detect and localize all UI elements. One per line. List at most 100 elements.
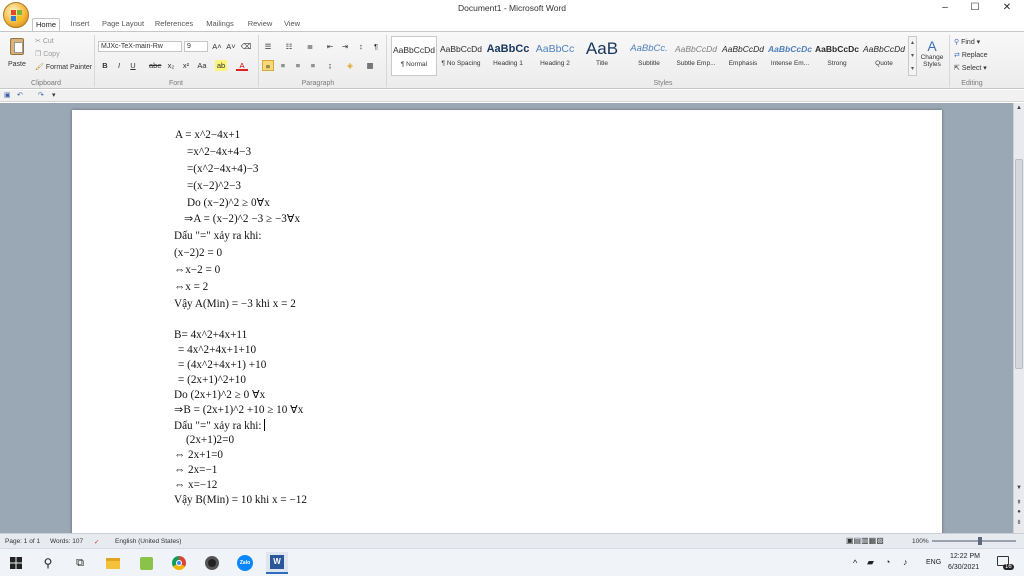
zoom-slider[interactable] [932,537,1016,545]
clock-date[interactable]: 6/30/2021 [948,564,979,571]
copy-button[interactable]: ❐ Copy [35,50,60,58]
style-subtitle[interactable]: AaBbCc. Subtitle [626,36,672,76]
change-case-button[interactable]: Aa [196,60,208,71]
search-icon[interactable]: ⚲ [37,552,59,574]
scroll-down-icon[interactable]: ▼ [1015,485,1023,491]
doc-line: (2x+1)2=0 [186,434,235,446]
style-intense-emphasis[interactable]: AaBbCcDc Intense Em... [767,36,813,76]
task-view-icon[interactable]: ⧉ [69,552,91,574]
multilevel-list-icon[interactable]: ≣ [304,41,316,52]
highlight-icon[interactable]: ab [215,60,227,71]
bold-button[interactable]: B [99,60,111,71]
vertical-scrollbar[interactable]: ▲ ▼ ⇞ ● ⇟ [1013,103,1024,533]
shading-icon[interactable]: ◈ [344,60,356,71]
style-subtle-emphasis[interactable]: AaBbCcDd Subtle Emp... [673,36,719,76]
scroll-thumb[interactable] [1015,159,1023,369]
grow-font-button[interactable]: A˄ [211,41,223,52]
document-page[interactable]: A = x^2−4x+1 =x^2−4x+4−3 =(x^2−4x+4)−3 =… [72,110,942,540]
styles-scroll[interactable]: ▴ ▾ ▾ [908,36,917,76]
doc-line: =(x^2−4x+4)−3 [187,163,259,175]
line-spacing-icon[interactable]: ↨ [324,60,336,71]
spelling-icon[interactable]: ✓ [94,538,99,546]
show-marks-button[interactable]: ¶ [370,41,382,52]
format-painter-button[interactable]: 🖌 Format Painter [35,63,92,71]
style-emphasis[interactable]: AaBbCcDd Emphasis [720,36,766,76]
office-button[interactable] [3,2,29,28]
maximize-button[interactable]: ☐ [960,0,990,17]
zoom-level[interactable]: 100% [912,538,929,545]
tab-references[interactable]: References [153,18,195,31]
justify-icon[interactable]: ≡ [307,60,319,71]
find-button[interactable]: ⚲ Find ▾ [954,38,980,46]
close-button[interactable]: ✕ [992,0,1022,17]
select-button[interactable]: ⇱ Select ▾ [954,64,987,72]
tab-page-layout[interactable]: Page Layout [100,18,146,31]
align-center-icon[interactable]: ≡ [277,60,289,71]
style-heading-2[interactable]: AaBbCc Heading 2 [532,36,578,76]
view-buttons-icon[interactable]: ▣▤▥▦▧ [846,536,884,545]
tab-home[interactable]: Home [32,18,60,31]
strikethrough-button[interactable]: abe [149,60,162,71]
superscript-button[interactable]: x² [180,60,192,71]
underline-button[interactable]: U [127,60,139,71]
tab-mailings[interactable]: Mailings [202,18,238,31]
tab-view[interactable]: View [280,18,304,31]
subscript-button[interactable]: x₂ [165,60,177,71]
font-size-field[interactable]: 9 [184,41,208,52]
customize-qat-icon[interactable]: ▾ [52,91,56,99]
zoom-slider-thumb[interactable] [978,537,982,545]
obs-icon[interactable] [201,552,223,574]
style-quote[interactable]: AaBbCcDd Quote [861,36,907,76]
tab-review[interactable]: Review [245,18,275,31]
bullets-icon[interactable]: ☰ [262,41,274,52]
minimize-button[interactable]: – [930,0,960,17]
file-explorer-icon[interactable] [102,552,124,574]
wifi-icon[interactable]: ◔ [885,557,890,567]
next-page-icon[interactable]: ⇟ [1015,519,1023,526]
language-indicator[interactable]: English (United States) [115,538,181,545]
scroll-up-icon[interactable]: ▲ [1015,105,1023,111]
chrome-icon[interactable] [168,552,190,574]
font-color-icon[interactable]: A [236,60,248,71]
replace-button[interactable]: ⇄ Replace [954,51,988,59]
zalo-icon[interactable]: Zalo [234,552,256,574]
network-icon[interactable]: ▰ [867,557,874,568]
undo-icon[interactable]: ↶ [17,91,23,99]
style-normal[interactable]: AaBbCcDd ¶ Normal [391,36,437,76]
change-styles-button[interactable]: A Change Styles [919,38,945,78]
decrease-indent-icon[interactable]: ⇤ [324,41,336,52]
app-icon[interactable] [135,552,157,574]
clear-format-icon[interactable]: ⌫ [240,41,252,52]
clock-time[interactable]: 12:22 PM [950,553,980,560]
save-icon[interactable]: ▣ [4,91,11,99]
previous-page-icon[interactable]: ⇞ [1015,499,1023,506]
style-title[interactable]: AaB Title [579,36,625,76]
volume-icon[interactable]: ♪ [903,557,908,567]
windows-start-icon[interactable] [5,552,27,574]
align-right-icon[interactable]: ≡ [292,60,304,71]
cut-button[interactable]: ✂ Cut [35,37,54,45]
italic-button[interactable]: I [113,60,125,71]
doc-line: ⇒B = (2x+1)^2 +10 ≥ 10 ∀x [174,404,304,416]
word-count[interactable]: Words: 107 [50,538,83,545]
style-strong[interactable]: AaBbCcDc Strong [814,36,860,76]
numbering-icon[interactable]: ☷ [283,41,295,52]
browse-object-icon[interactable]: ● [1015,509,1023,515]
show-hidden-icons[interactable]: ^ [853,558,857,568]
page-count[interactable]: Page: 1 of 1 [5,538,40,545]
style-no-spacing[interactable]: AaBbCcDd ¶ No Spacing [438,36,484,76]
shrink-font-button[interactable]: A˅ [225,41,237,52]
borders-icon[interactable]: ▦ [364,60,376,71]
sort-icon[interactable]: ↕ [355,41,367,52]
increase-indent-icon[interactable]: ⇥ [339,41,351,52]
paste-button[interactable]: Paste [6,36,28,72]
tab-insert[interactable]: Insert [66,18,94,31]
redo-icon[interactable]: ↷ [38,91,44,99]
align-left-icon[interactable]: ≡ [262,60,274,71]
language-indicator-tray[interactable]: ENG [926,559,941,566]
replace-icon: ⇄ [954,52,960,59]
word-taskbar-icon[interactable]: W [266,552,288,574]
quick-access-toolbar: ▣ ↶ ↷ ▾ [0,90,1024,102]
style-heading-1[interactable]: AaBbCc Heading 1 [485,36,531,76]
font-name-field[interactable]: MJXc-TeX-main-Rw [98,41,182,52]
